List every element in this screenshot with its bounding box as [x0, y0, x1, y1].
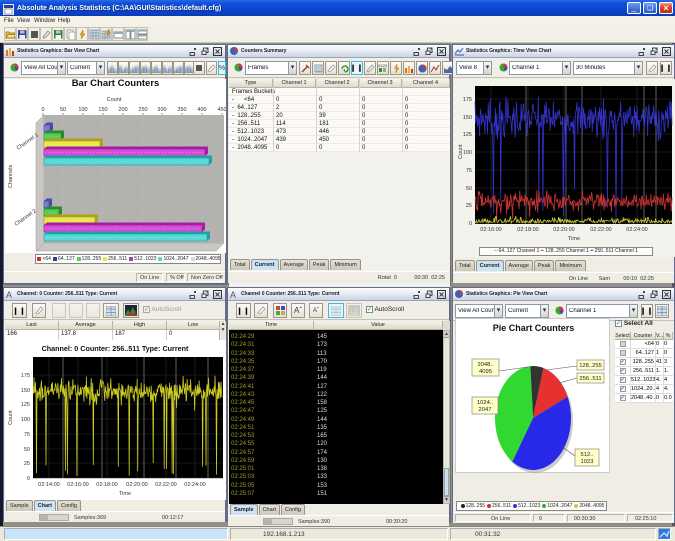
svg-text:300: 300: [157, 107, 166, 113]
svg-text:125: 125: [21, 402, 30, 408]
svg-text:02:22:00: 02:22:00: [155, 482, 176, 488]
svg-text:50: 50: [24, 447, 30, 453]
svg-text:512..: 512..: [581, 452, 594, 458]
svg-text:200: 200: [118, 107, 127, 113]
svg-text:100: 100: [78, 107, 87, 113]
svg-text:Channel 2: Channel 2: [14, 208, 38, 227]
svg-text:02:14:00: 02:14:00: [38, 482, 59, 488]
svg-text:50: 50: [466, 186, 472, 192]
svg-text:02:24:00: 02:24:00: [626, 227, 647, 233]
svg-text:0: 0: [41, 107, 44, 113]
svg-text:4095: 4095: [479, 369, 492, 375]
svg-text:Count: Count: [458, 144, 464, 159]
svg-text:0: 0: [469, 221, 472, 227]
svg-text:Count: Count: [8, 410, 14, 425]
svg-text:125: 125: [463, 132, 472, 138]
svg-text:02:18:00: 02:18:00: [517, 227, 538, 233]
svg-text:350: 350: [177, 107, 186, 113]
svg-text:2047: 2047: [479, 407, 492, 413]
svg-text:450: 450: [217, 107, 226, 113]
svg-text:Time: Time: [568, 236, 580, 242]
svg-text:02:22:00: 02:22:00: [590, 227, 611, 233]
svg-text:128..255: 128..255: [579, 363, 602, 369]
svg-text:25: 25: [24, 461, 30, 467]
svg-text:75: 75: [466, 168, 472, 174]
svg-text:02:16:00: 02:16:00: [480, 227, 501, 233]
svg-text:02:20:00: 02:20:00: [553, 227, 574, 233]
svg-text:256..511: 256..511: [579, 376, 601, 382]
svg-text:100: 100: [463, 150, 472, 156]
svg-text:0123: 0123: [378, 63, 388, 68]
svg-text:50: 50: [60, 107, 66, 113]
svg-text:250: 250: [138, 107, 147, 113]
svg-text:25: 25: [466, 203, 472, 209]
svg-text:150: 150: [98, 107, 107, 113]
svg-text:A: A: [230, 290, 236, 299]
svg-text:175: 175: [463, 97, 472, 103]
svg-text:02:24:00: 02:24:00: [184, 482, 205, 488]
svg-text:02:18:00: 02:18:00: [96, 482, 117, 488]
svg-text:02:20:00: 02:20:00: [126, 482, 147, 488]
svg-text:A: A: [6, 290, 12, 299]
svg-text:150: 150: [21, 388, 30, 394]
svg-text:100: 100: [21, 417, 30, 423]
svg-text:2048..: 2048..: [477, 362, 494, 368]
svg-text:175: 175: [21, 373, 30, 379]
svg-text:Time: Time: [119, 491, 131, 497]
svg-text:02:16:00: 02:16:00: [67, 482, 88, 488]
svg-text:Channel: 0 Counter: 256..511: Channel: 0 Counter: 256..511 Type: Curre…: [42, 344, 189, 353]
svg-text:Count: Count: [107, 97, 122, 103]
svg-text:1024..: 1024..: [477, 400, 494, 406]
svg-text:400: 400: [197, 107, 206, 113]
svg-text:150: 150: [463, 115, 472, 121]
svg-text:1023: 1023: [581, 459, 594, 465]
svg-text:Channels: Channels: [8, 165, 14, 188]
svg-text:75: 75: [24, 432, 30, 438]
svg-text:0: 0: [27, 476, 30, 482]
